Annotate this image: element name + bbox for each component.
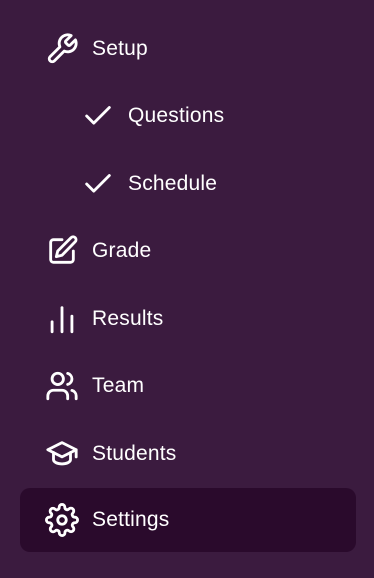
- check-icon: [78, 164, 118, 204]
- gear-icon: [42, 500, 82, 540]
- sidebar-item-team[interactable]: Team: [20, 354, 356, 418]
- sidebar-item-schedule[interactable]: Schedule: [20, 152, 356, 216]
- sidebar-item-label: Schedule: [128, 172, 218, 195]
- sidebar-item-questions[interactable]: Questions: [20, 84, 356, 148]
- sidebar-item-label: Questions: [128, 104, 225, 127]
- sidebar-item-settings[interactable]: Settings: [20, 488, 356, 552]
- sidebar-item-label: Setup: [92, 37, 148, 60]
- sidebar-item-label: Results: [92, 307, 164, 330]
- sidebar-nav: Setup Questions Schedule Grade Results T…: [0, 0, 374, 578]
- sidebar-item-grade[interactable]: Grade: [20, 219, 356, 283]
- sidebar-item-label: Grade: [92, 239, 152, 262]
- wrench-icon: [42, 29, 82, 69]
- users-icon: [42, 366, 82, 406]
- sidebar-item-label: Students: [92, 442, 177, 465]
- sidebar-item-label: Team: [92, 374, 145, 397]
- sidebar-item-label: Settings: [92, 508, 170, 531]
- sidebar-item-students[interactable]: Students: [20, 422, 356, 486]
- graduation-cap-icon: [42, 434, 82, 474]
- bar-chart-icon: [42, 299, 82, 339]
- sidebar-item-results[interactable]: Results: [20, 287, 356, 351]
- sidebar-item-setup[interactable]: Setup: [20, 17, 356, 81]
- edit-icon: [42, 231, 82, 271]
- check-icon: [78, 96, 118, 136]
